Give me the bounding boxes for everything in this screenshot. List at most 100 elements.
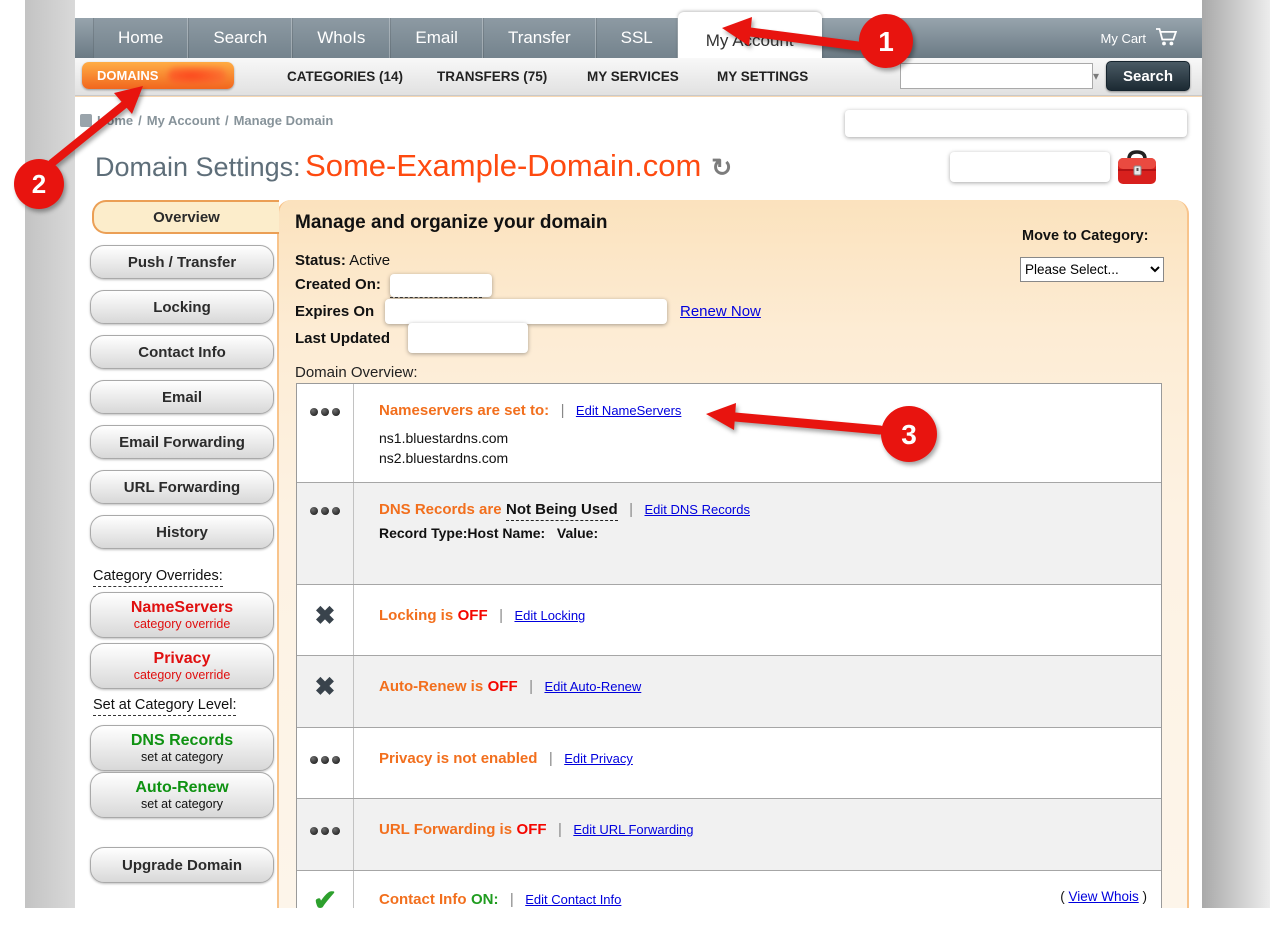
refresh-icon[interactable]: ↻ xyxy=(711,154,732,182)
chevron-down-icon[interactable]: ▾ xyxy=(1085,69,1107,83)
row-title: Contact Info xyxy=(379,891,467,908)
sidebar-override-privacy[interactable]: Privacy category override xyxy=(90,643,274,689)
override-title: NameServers xyxy=(131,600,233,616)
right-gutter xyxy=(1202,0,1270,908)
options-dots-icon xyxy=(310,827,340,835)
separator: | xyxy=(561,402,565,419)
sidebar-tab-push-transfer[interactable]: Push / Transfer xyxy=(90,245,274,279)
dashed-underline xyxy=(390,297,482,298)
table-row-privacy: Privacy is not enabled | Edit Privacy xyxy=(297,728,1161,799)
move-to-category-label: Move to Category: xyxy=(1022,228,1149,244)
toolbox-icon[interactable] xyxy=(1113,146,1161,195)
dns-record-columns: Record Type:Host Name: Value: xyxy=(379,525,1147,541)
tab-email[interactable]: Email xyxy=(390,18,483,58)
sidebar-tab-history[interactable]: History xyxy=(90,515,274,549)
x-mark-icon: ✖ xyxy=(315,601,336,631)
edit-locking-link[interactable]: Edit Locking xyxy=(514,608,585,623)
row-status: OFF xyxy=(488,678,518,695)
upgrade-domain-button[interactable]: Upgrade Domain xyxy=(90,847,274,883)
redaction-box xyxy=(385,299,667,324)
row-status: OFF xyxy=(517,821,547,838)
breadcrumb-page-icon xyxy=(80,114,92,127)
sidebar-tab-locking[interactable]: Locking xyxy=(90,290,274,324)
edit-privacy-link[interactable]: Edit Privacy xyxy=(564,751,633,766)
x-mark-icon: ✖ xyxy=(315,672,336,702)
redaction-box xyxy=(845,110,1187,137)
status-label: Status: xyxy=(295,252,346,269)
row-title: Nameservers are set to: xyxy=(379,402,549,419)
table-row-nameservers: Nameservers are set to: | Edit NameServe… xyxy=(297,384,1161,483)
row-title: DNS Records are xyxy=(379,501,502,518)
subnav-item-transfers[interactable]: TRANSFERS (75) xyxy=(437,69,547,84)
domain-search-combobox[interactable]: ▾ xyxy=(900,63,1093,89)
separator: | xyxy=(629,501,633,518)
domain-search-input[interactable] xyxy=(905,65,1085,87)
tab-transfer[interactable]: Transfer xyxy=(483,18,596,58)
separator: | xyxy=(558,821,562,838)
edit-contact-info-link[interactable]: Edit Contact Info xyxy=(525,892,621,907)
sidebar-category-dns-records[interactable]: DNS Records set at category xyxy=(90,725,274,771)
subnav-item-my-settings[interactable]: MY SETTINGS xyxy=(717,69,808,84)
nameserver-1: ns1.bluestardns.com xyxy=(379,428,1147,448)
subnav-item-domains[interactable]: DOMAINS xyxy=(82,62,234,89)
override-title: Privacy xyxy=(154,651,211,667)
view-whois-wrap: ( View Whois ) xyxy=(1060,889,1147,904)
override-sub: category override xyxy=(134,618,231,631)
edit-url-forwarding-link[interactable]: Edit URL Forwarding xyxy=(573,822,693,837)
separator: | xyxy=(510,891,514,908)
separator: | xyxy=(549,750,553,767)
redaction-box xyxy=(950,152,1110,182)
edit-nameservers-link[interactable]: Edit NameServers xyxy=(576,403,681,418)
options-dots-icon xyxy=(310,507,340,515)
nameserver-2: ns2.bluestardns.com xyxy=(379,448,1147,468)
sidebar-override-nameservers[interactable]: NameServers category override xyxy=(90,592,274,638)
domain-overview-label: Domain Overview: xyxy=(295,364,418,381)
breadcrumb-manage-domain: Manage Domain xyxy=(234,113,334,128)
my-cart-label: My Cart xyxy=(1101,31,1147,46)
category-overrides-heading: Category Overrides: xyxy=(93,568,223,584)
status-value: Active xyxy=(349,252,390,269)
bottom-whitespace xyxy=(0,908,1287,931)
table-row-auto-renew: ✖ Auto-Renew is OFF | Edit Auto-Renew xyxy=(297,656,1161,728)
tab-ssl[interactable]: SSL xyxy=(596,18,678,58)
page-title-prefix: Domain Settings: xyxy=(95,152,301,182)
table-row-url-forwarding: URL Forwarding is OFF | Edit URL Forward… xyxy=(297,799,1161,871)
view-whois-link[interactable]: View Whois xyxy=(1068,889,1138,904)
renew-now-link[interactable]: Renew Now xyxy=(680,303,761,320)
override-sub: category override xyxy=(134,669,231,682)
category-title: DNS Records xyxy=(131,733,233,749)
status-line: Status: Active xyxy=(295,252,390,269)
domain-overview-table: Nameservers are set to: | Edit NameServe… xyxy=(296,383,1162,931)
sidebar-tab-url-forwarding[interactable]: URL Forwarding xyxy=(90,470,274,504)
sidebar-tab-overview[interactable]: Overview xyxy=(92,200,279,234)
sidebar-tab-contact-info[interactable]: Contact Info xyxy=(90,335,274,369)
tab-home[interactable]: Home xyxy=(93,18,188,58)
row-title: Auto-Renew is xyxy=(379,678,483,695)
edit-auto-renew-link[interactable]: Edit Auto-Renew xyxy=(544,679,641,694)
redaction-box xyxy=(408,323,528,353)
row-title: URL Forwarding is xyxy=(379,821,512,838)
subnav-item-my-services[interactable]: MY SERVICES xyxy=(587,69,679,84)
subnav-item-categories[interactable]: CATEGORIES (14) xyxy=(287,69,403,84)
sidebar-category-auto-renew[interactable]: Auto-Renew set at category xyxy=(90,772,274,818)
search-button[interactable]: Search xyxy=(1106,61,1190,91)
table-row-locking: ✖ Locking is OFF | Edit Locking xyxy=(297,585,1161,656)
domains-label: DOMAINS xyxy=(97,68,158,83)
breadcrumb-separator: / xyxy=(225,113,229,128)
tab-my-account[interactable]: My Account xyxy=(678,12,822,64)
screen: Home Search WhoIs Email Transfer SSL My … xyxy=(0,0,1287,931)
breadcrumb-home[interactable]: Home xyxy=(97,113,133,128)
move-to-category-select[interactable]: Please Select... xyxy=(1020,257,1164,282)
sidebar-tab-email[interactable]: Email xyxy=(90,380,274,414)
sidebar-tab-email-forwarding[interactable]: Email Forwarding xyxy=(90,425,274,459)
category-title: Auto-Renew xyxy=(135,780,228,796)
breadcrumb-my-account[interactable]: My Account xyxy=(147,113,220,128)
my-cart-button[interactable]: My Cart xyxy=(1101,18,1181,58)
row-status-dashed: Not Being Used xyxy=(506,501,618,521)
cart-icon xyxy=(1154,27,1180,50)
expires-line: Expires On xyxy=(295,303,374,320)
tab-whois[interactable]: WhoIs xyxy=(292,18,390,58)
category-sub: set at category xyxy=(141,798,223,811)
tab-search[interactable]: Search xyxy=(188,18,292,58)
edit-dns-records-link[interactable]: Edit DNS Records xyxy=(645,502,750,517)
